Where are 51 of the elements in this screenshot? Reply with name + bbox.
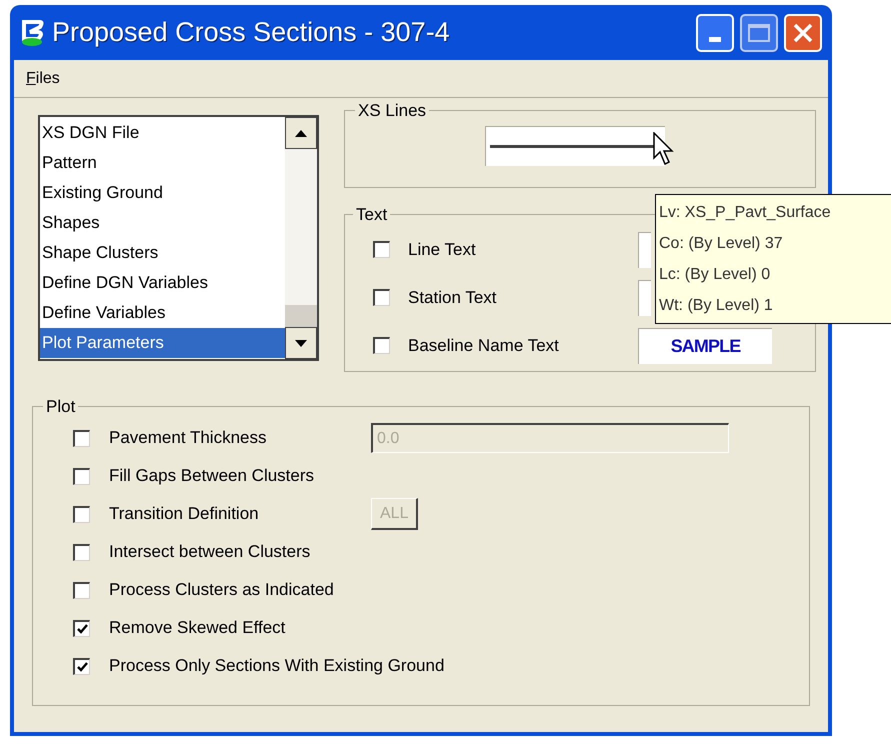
app-logo-icon — [20, 18, 46, 46]
window-title: Proposed Cross Sections - 307-4 — [52, 16, 451, 50]
tooltip-line: Lv: XS_P_Pavt_Surface — [659, 203, 831, 223]
checkbox[interactable] — [73, 582, 90, 598]
scroll-thumb[interactable] — [285, 305, 317, 327]
checkbox[interactable] — [73, 658, 90, 674]
list-item[interactable]: Shape Clusters — [40, 238, 285, 268]
check-icon — [76, 662, 88, 672]
checkbox-label: Process Clusters as Indicated — [109, 579, 335, 602]
checkbox-label: Baseline Name Text — [408, 334, 560, 357]
list-item[interactable]: Existing Ground — [40, 178, 285, 208]
group-title: XS Lines — [357, 100, 428, 122]
group-title: Plot — [45, 396, 76, 418]
list-item[interactable]: Plot Parameters — [40, 328, 285, 358]
checkbox[interactable] — [73, 468, 90, 484]
checkbox-label: Fill Gaps Between Clusters — [109, 465, 316, 488]
checkbox-label: Transition Definition — [109, 503, 260, 526]
checkbox[interactable] — [373, 337, 390, 354]
checkbox-label: Line Text — [408, 238, 477, 261]
text-style-preview[interactable]: SAMPLE — [638, 328, 772, 364]
list-item[interactable]: Define DGN Variables — [40, 268, 285, 298]
checkbox-label: Station Text — [408, 286, 498, 309]
group-title: Text — [355, 204, 388, 226]
list-item[interactable]: Define Variables — [40, 298, 285, 328]
checkbox[interactable] — [73, 544, 90, 560]
maximize-button[interactable] — [740, 14, 778, 52]
minimize-button[interactable] — [696, 14, 734, 52]
scroll-down-button[interactable] — [285, 327, 317, 359]
tooltip-line: Lc: (By Level) 0 — [659, 265, 770, 285]
checkbox[interactable] — [373, 289, 390, 306]
tooltip-line: Wt: (By Level) 1 — [659, 296, 773, 316]
tooltip-line: Co: (By Level) 37 — [659, 234, 783, 254]
scrollbar[interactable] — [285, 117, 317, 359]
checkbox-label: Pavement Thickness — [109, 427, 268, 450]
close-button[interactable] — [784, 14, 822, 52]
checkbox[interactable] — [73, 620, 90, 636]
checkbox-label: Process Only Sections With Existing Ground — [109, 655, 444, 678]
list-item[interactable]: XS DGN File — [40, 118, 285, 148]
checkbox[interactable] — [373, 241, 390, 258]
list-item[interactable]: Shapes — [40, 208, 285, 238]
checkbox-label: Remove Skewed Effect — [109, 617, 286, 640]
mouse-pointer-icon — [653, 132, 677, 166]
close-icon — [792, 22, 814, 44]
check-icon — [76, 624, 88, 634]
line-style-preview[interactable] — [485, 126, 665, 166]
scroll-up-button[interactable] — [285, 117, 317, 149]
checkbox-label: Intersect between Clusters — [109, 541, 312, 564]
down-arrow-icon — [295, 340, 307, 346]
up-arrow-icon — [295, 130, 307, 136]
list-item[interactable]: Pattern — [40, 148, 285, 178]
menu-item[interactable]: Files — [26, 66, 60, 90]
